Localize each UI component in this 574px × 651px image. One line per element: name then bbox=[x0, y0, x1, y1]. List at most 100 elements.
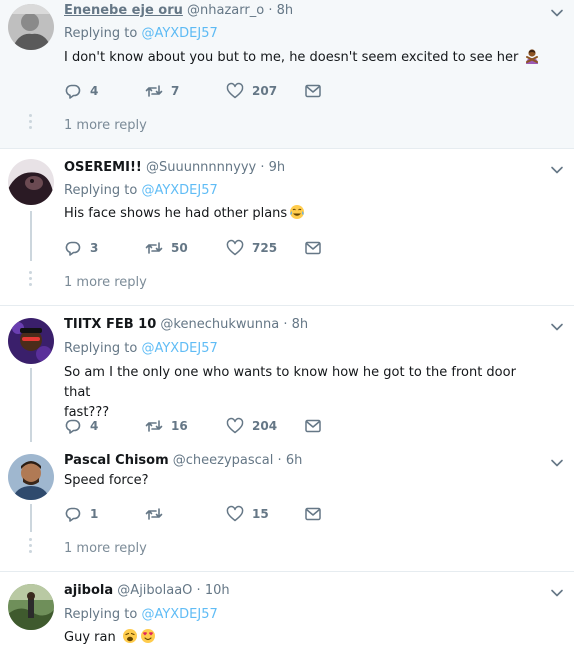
display-name[interactable]: TIITX FEB 10 bbox=[64, 317, 156, 332]
timestamp[interactable]: 8h bbox=[277, 3, 294, 18]
avatar[interactable] bbox=[8, 318, 54, 364]
retweet-icon bbox=[145, 239, 171, 257]
tweet-header: Enenebe eje oru @nhazarr_o · 8h bbox=[64, 2, 293, 20]
tweet-header: Pascal Chisom @cheezypascal · 6h bbox=[64, 452, 302, 470]
like-count: 207 bbox=[252, 84, 278, 98]
thread-dots bbox=[29, 271, 33, 289]
envelope-icon bbox=[304, 417, 330, 435]
reply-icon bbox=[64, 417, 90, 435]
retweet-button[interactable]: 7 bbox=[145, 82, 179, 100]
reply-button[interactable]: 4 bbox=[64, 82, 98, 100]
tweet-text-line: So am I the only one who wants to know h… bbox=[64, 365, 516, 400]
envelope-icon bbox=[304, 239, 330, 257]
like-button[interactable]: 725 bbox=[226, 239, 277, 257]
avatar[interactable] bbox=[8, 159, 54, 205]
tears-of-joy-emoji bbox=[289, 204, 305, 220]
more-replies-link[interactable]: 1 more reply bbox=[64, 274, 147, 292]
reply-icon bbox=[64, 82, 90, 100]
separator-dot: · bbox=[268, 3, 273, 18]
chevron-down-icon[interactable] bbox=[550, 163, 564, 177]
tweet-actions: 1 15 bbox=[64, 505, 364, 523]
like-button[interactable]: 204 bbox=[226, 417, 277, 435]
tweet-5[interactable]: ajibola @AjibolaaO · 10h Replying to @AY… bbox=[0, 572, 574, 651]
user-handle[interactable]: @AjibolaaO bbox=[117, 583, 192, 598]
tweet-2[interactable]: OSEREMI!! @Suuunnnnnyyy · 9h Replying to… bbox=[0, 149, 574, 305]
reply-count: 3 bbox=[90, 241, 99, 255]
heart-icon bbox=[226, 239, 252, 257]
user-handle[interactable]: @kenechukwunna bbox=[160, 317, 279, 332]
separator-dot: · bbox=[260, 160, 265, 175]
heart-eyes-emoji bbox=[140, 628, 156, 644]
display-name[interactable]: Enenebe eje oru bbox=[64, 3, 183, 18]
retweet-button[interactable]: 16 bbox=[145, 417, 188, 435]
tweet-text-content: Speed force? bbox=[64, 473, 149, 488]
timestamp[interactable]: 8h bbox=[292, 317, 309, 332]
thread-line bbox=[30, 504, 32, 532]
display-name[interactable]: Pascal Chisom bbox=[64, 453, 169, 468]
mention-link[interactable]: @AYXDEJ57 bbox=[141, 183, 217, 198]
direct-message-button[interactable] bbox=[304, 239, 330, 257]
tweet-header: TIITX FEB 10 @kenechukwunna · 8h bbox=[64, 316, 308, 334]
heart-icon bbox=[226, 417, 252, 435]
chevron-down-icon[interactable] bbox=[550, 586, 564, 600]
retweet-button[interactable] bbox=[145, 505, 171, 523]
reply-button[interactable]: 4 bbox=[64, 417, 98, 435]
chevron-down-icon[interactable] bbox=[550, 456, 564, 470]
replying-to-label: Replying to bbox=[64, 341, 138, 356]
tweet-text: So am I the only one who wants to know h… bbox=[64, 363, 544, 423]
direct-message-button[interactable] bbox=[304, 417, 330, 435]
tweet-text-content: Guy ran bbox=[64, 630, 116, 645]
direct-message-button[interactable] bbox=[304, 505, 330, 523]
avatar[interactable] bbox=[8, 4, 54, 50]
replying-to: Replying to @AYXDEJ57 bbox=[64, 182, 218, 200]
tweet-text: I don't know about you but to me, he doe… bbox=[64, 48, 544, 68]
timestamp[interactable]: 10h bbox=[205, 583, 230, 598]
reply-icon bbox=[64, 239, 90, 257]
retweet-button[interactable]: 50 bbox=[145, 239, 188, 257]
tweet-text: Speed force? bbox=[64, 471, 544, 491]
retweet-count: 50 bbox=[171, 241, 188, 255]
avatar[interactable] bbox=[8, 584, 54, 630]
envelope-icon bbox=[304, 82, 330, 100]
mention-link[interactable]: @AYXDEJ57 bbox=[141, 26, 217, 41]
mention-link[interactable]: @AYXDEJ57 bbox=[141, 607, 217, 622]
mention-link[interactable]: @AYXDEJ57 bbox=[141, 341, 217, 356]
chevron-down-icon[interactable] bbox=[550, 6, 564, 20]
tweet-4[interactable]: Pascal Chisom @cheezypascal · 6h Speed f… bbox=[0, 442, 574, 571]
weary-face-emoji bbox=[122, 628, 138, 644]
timestamp[interactable]: 6h bbox=[286, 453, 303, 468]
tweet-1[interactable]: Enenebe eje oru @nhazarr_o · 8h Replying… bbox=[0, 0, 574, 148]
user-handle[interactable]: @Suuunnnnnyyy bbox=[146, 160, 256, 175]
chevron-down-icon[interactable] bbox=[550, 320, 564, 334]
like-button[interactable]: 207 bbox=[226, 82, 277, 100]
tweet-text-content: His face shows he had other plans bbox=[64, 206, 288, 221]
thread-line bbox=[30, 368, 32, 442]
user-handle[interactable]: @nhazarr_o bbox=[187, 3, 264, 18]
tweet-text-content: I don't know about you but to me, he doe… bbox=[64, 50, 519, 65]
tweet-header: ajibola @AjibolaaO · 10h bbox=[64, 582, 230, 600]
like-count: 15 bbox=[252, 507, 269, 521]
display-name[interactable]: ajibola bbox=[64, 583, 113, 598]
reply-button[interactable]: 1 bbox=[64, 505, 98, 523]
more-replies-link[interactable]: 1 more reply bbox=[64, 540, 147, 558]
display-name[interactable]: OSEREMI!! bbox=[64, 160, 142, 175]
direct-message-button[interactable] bbox=[304, 82, 330, 100]
tweet-actions: 4 7 207 bbox=[64, 82, 364, 100]
reply-count: 4 bbox=[90, 84, 99, 98]
reply-count: 4 bbox=[90, 419, 99, 433]
like-count: 204 bbox=[252, 419, 278, 433]
envelope-icon bbox=[304, 505, 330, 523]
user-handle[interactable]: @cheezypascal bbox=[173, 453, 274, 468]
timestamp[interactable]: 9h bbox=[269, 160, 286, 175]
replying-to-label: Replying to bbox=[64, 183, 138, 198]
tweet-3[interactable]: TIITX FEB 10 @kenechukwunna · 8h Replyin… bbox=[0, 306, 574, 442]
retweet-icon bbox=[145, 82, 171, 100]
more-replies-link[interactable]: 1 more reply bbox=[64, 117, 147, 135]
like-button[interactable]: 15 bbox=[226, 505, 269, 523]
separator-dot: · bbox=[277, 453, 282, 468]
reply-icon bbox=[64, 505, 90, 523]
reply-button[interactable]: 3 bbox=[64, 239, 98, 257]
retweet-icon bbox=[145, 417, 171, 435]
avatar[interactable] bbox=[8, 454, 54, 500]
separator-dot: · bbox=[196, 583, 201, 598]
